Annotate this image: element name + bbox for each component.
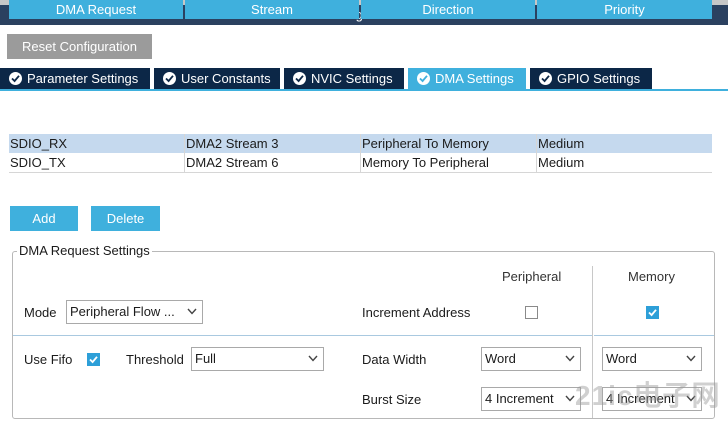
tab-nvic-settings[interactable]: NVIC Settings bbox=[284, 68, 404, 89]
column-divider bbox=[360, 134, 361, 153]
cell-stream: DMA2 Stream 3 bbox=[186, 136, 279, 151]
chevron-down-icon bbox=[308, 355, 318, 362]
increment-address-label: Increment Address bbox=[362, 305, 471, 320]
tab-user-constants[interactable]: User Constants bbox=[154, 68, 280, 89]
cell-direction: Peripheral To Memory bbox=[362, 136, 489, 151]
row-divider bbox=[594, 335, 714, 336]
column-divider bbox=[360, 153, 361, 172]
memory-increment-checkbox[interactable] bbox=[646, 306, 659, 319]
tab-underline bbox=[0, 89, 728, 91]
check-circle-icon bbox=[163, 72, 176, 85]
tab-label: NVIC Settings bbox=[311, 71, 393, 86]
threshold-value: Full bbox=[195, 351, 216, 366]
mode-value: Peripheral Flow ... bbox=[70, 304, 175, 319]
chevron-down-icon bbox=[565, 395, 575, 402]
peripheral-data-width-value: Word bbox=[485, 351, 516, 366]
tab-parameter-settings[interactable]: Parameter Settings bbox=[0, 68, 150, 89]
chevron-down-icon bbox=[187, 308, 197, 315]
cell-request: SDIO_RX bbox=[10, 136, 68, 151]
delete-button[interactable]: Delete bbox=[91, 206, 160, 231]
cell-priority: Medium bbox=[538, 155, 585, 170]
memory-data-width-value: Word bbox=[606, 351, 637, 366]
add-button[interactable]: Add bbox=[10, 206, 78, 231]
cell-stream: DMA2 Stream 6 bbox=[186, 155, 279, 170]
use-fifo-checkbox[interactable] bbox=[87, 353, 100, 366]
burst-size-label: Burst Size bbox=[362, 392, 422, 407]
mode-label: Mode bbox=[24, 305, 57, 320]
chevron-down-icon bbox=[686, 355, 696, 362]
check-circle-icon bbox=[539, 72, 552, 85]
threshold-select[interactable]: Full bbox=[191, 347, 324, 371]
check-icon bbox=[89, 356, 98, 364]
peripheral-burst-select[interactable]: 4 Increment bbox=[481, 387, 581, 411]
column-header-stream[interactable]: Stream bbox=[185, 0, 359, 19]
tab-label: DMA Settings bbox=[435, 71, 514, 86]
tab-label: User Constants bbox=[181, 71, 271, 86]
table-row[interactable]: SDIO_TX DMA2 Stream 6 Memory To Peripher… bbox=[9, 153, 712, 172]
peripheral-column-header: Peripheral bbox=[502, 269, 562, 284]
threshold-label: Threshold bbox=[126, 352, 184, 367]
column-divider bbox=[536, 153, 537, 172]
tab-gpio-settings[interactable]: GPIO Settings bbox=[530, 68, 652, 89]
column-divider bbox=[184, 134, 185, 153]
column-header-direction[interactable]: Direction bbox=[361, 0, 535, 19]
cell-direction: Memory To Peripheral bbox=[362, 155, 489, 170]
check-circle-icon bbox=[293, 72, 306, 85]
check-circle-icon bbox=[417, 72, 430, 85]
check-circle-icon bbox=[9, 72, 22, 85]
memory-data-width-select[interactable]: Word bbox=[602, 347, 702, 371]
column-header-dma-request[interactable]: DMA Request bbox=[9, 0, 183, 19]
use-fifo-label: Use Fifo bbox=[24, 352, 73, 367]
column-divider bbox=[184, 153, 185, 172]
data-width-label: Data Width bbox=[362, 352, 427, 367]
column-header-priority[interactable]: Priority bbox=[537, 0, 712, 19]
check-icon bbox=[648, 309, 657, 317]
table-row[interactable]: SDIO_RX DMA2 Stream 3 Peripheral To Memo… bbox=[9, 134, 712, 153]
tab-label: Parameter Settings bbox=[27, 71, 139, 86]
mode-select[interactable]: Peripheral Flow ... bbox=[66, 300, 203, 324]
table-bottom-border bbox=[9, 172, 712, 173]
group-title: DMA Request Settings bbox=[17, 243, 152, 259]
reset-configuration-button[interactable]: Reset Configuration bbox=[7, 34, 152, 59]
watermark-logo: 21ic电子网 bbox=[575, 380, 721, 411]
chevron-down-icon bbox=[565, 355, 575, 362]
peripheral-increment-checkbox[interactable] bbox=[525, 306, 538, 319]
column-divider bbox=[536, 134, 537, 153]
cell-priority: Medium bbox=[538, 136, 585, 151]
cell-request: SDIO_TX bbox=[10, 155, 66, 170]
peripheral-data-width-select[interactable]: Word bbox=[481, 347, 581, 371]
tab-dma-settings[interactable]: DMA Settings bbox=[408, 68, 526, 89]
tab-label: GPIO Settings bbox=[557, 71, 641, 86]
row-divider bbox=[13, 335, 592, 336]
peripheral-burst-value: 4 Increment bbox=[485, 391, 554, 406]
memory-column-header: Memory bbox=[628, 269, 675, 284]
